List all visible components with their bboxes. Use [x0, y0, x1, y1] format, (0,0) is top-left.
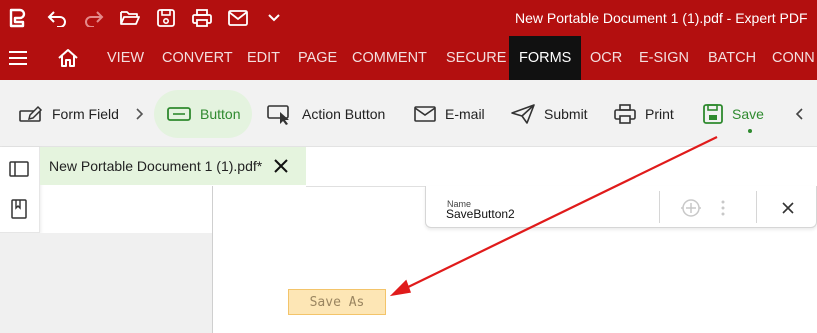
action-button-label: Action Button	[302, 106, 386, 122]
add-action-icon[interactable]	[680, 197, 702, 219]
form-field-button[interactable]: Form Field	[18, 90, 119, 138]
save-tool[interactable]: Save	[702, 90, 764, 138]
save-as-form-button-label: Save As	[309, 294, 365, 310]
home-icon[interactable]	[57, 36, 79, 80]
field-property-bar: Name SaveButton2	[425, 186, 817, 228]
menu-page[interactable]: PAGE	[298, 36, 337, 80]
email-icon[interactable]	[221, 0, 255, 36]
forms-ribbon: Form Field Button Action Button E-mail S…	[0, 80, 817, 147]
hamburger-menu-icon[interactable]	[8, 36, 28, 80]
menu-batch[interactable]: BATCH	[708, 36, 756, 80]
undo-icon[interactable]	[40, 0, 74, 36]
print-icon[interactable]	[185, 0, 219, 36]
save-disk-icon[interactable]	[149, 0, 183, 36]
email-tool-label: E-mail	[445, 106, 485, 122]
more-options-icon[interactable]	[718, 197, 728, 219]
close-property-bar-icon[interactable]	[780, 200, 796, 216]
menu-forms[interactable]: FORMS	[509, 36, 582, 80]
ribbon-scroll-left-icon[interactable]	[795, 90, 805, 138]
submit-tool[interactable]: Submit	[510, 90, 588, 138]
separator	[659, 191, 660, 223]
action-button-tool[interactable]: Action Button	[266, 90, 385, 138]
print-tool[interactable]: Print	[613, 90, 674, 138]
menu-convert[interactable]: CONVERT	[162, 36, 233, 80]
menu-comment[interactable]: COMMENT	[352, 36, 427, 80]
field-name-value[interactable]: SaveButton2	[446, 207, 515, 221]
chevron-down-icon[interactable]	[257, 0, 291, 36]
menu-ocr[interactable]: OCR	[590, 36, 622, 80]
save-as-form-button[interactable]: Save As	[288, 289, 386, 315]
save-tool-label: Save	[732, 106, 764, 122]
save-field-icon	[702, 103, 724, 125]
menu-bar: VIEW CONVERT EDIT PAGE COMMENT SECURE FO…	[0, 36, 817, 80]
paper-plane-icon	[510, 103, 536, 125]
submit-tool-label: Submit	[544, 106, 588, 122]
menu-esign[interactable]: E-SIGN	[639, 36, 689, 80]
bookmark-icon[interactable]	[8, 198, 30, 220]
save-selected-indicator	[748, 129, 752, 133]
panel-toggle-icon[interactable]	[8, 158, 30, 180]
printer-icon	[613, 103, 637, 125]
window-title: New Portable Document 1 (1).pdf - Expert…	[515, 10, 808, 26]
app-logo-icon[interactable]	[0, 0, 34, 36]
left-tool-rail	[0, 147, 40, 233]
close-icon[interactable]	[271, 156, 291, 176]
button-field-icon	[166, 105, 192, 123]
menu-edit[interactable]: EDIT	[247, 36, 280, 80]
print-tool-label: Print	[645, 106, 674, 122]
email-tool[interactable]: E-mail	[413, 90, 485, 138]
menu-view[interactable]: VIEW	[107, 36, 144, 80]
document-tab[interactable]: New Portable Document 1 (1).pdf*	[40, 147, 306, 185]
button-tool-label: Button	[200, 106, 241, 122]
form-field-icon	[18, 104, 44, 124]
envelope-icon	[413, 105, 437, 123]
document-tab-name: New Portable Document 1 (1).pdf*	[49, 158, 263, 174]
redo-icon[interactable]	[77, 0, 111, 36]
separator	[756, 191, 757, 223]
open-folder-icon[interactable]	[113, 0, 147, 36]
form-field-label: Form Field	[52, 106, 119, 122]
menu-secure[interactable]: SECURE	[446, 36, 506, 80]
ribbon-expand-chevron-icon[interactable]	[134, 90, 144, 138]
button-tool[interactable]: Button	[154, 90, 253, 138]
title-bar: New Portable Document 1 (1).pdf - Expert…	[0, 0, 817, 36]
action-button-icon	[266, 103, 294, 125]
menu-connect[interactable]: CONN	[772, 36, 815, 80]
side-panel	[0, 233, 212, 333]
